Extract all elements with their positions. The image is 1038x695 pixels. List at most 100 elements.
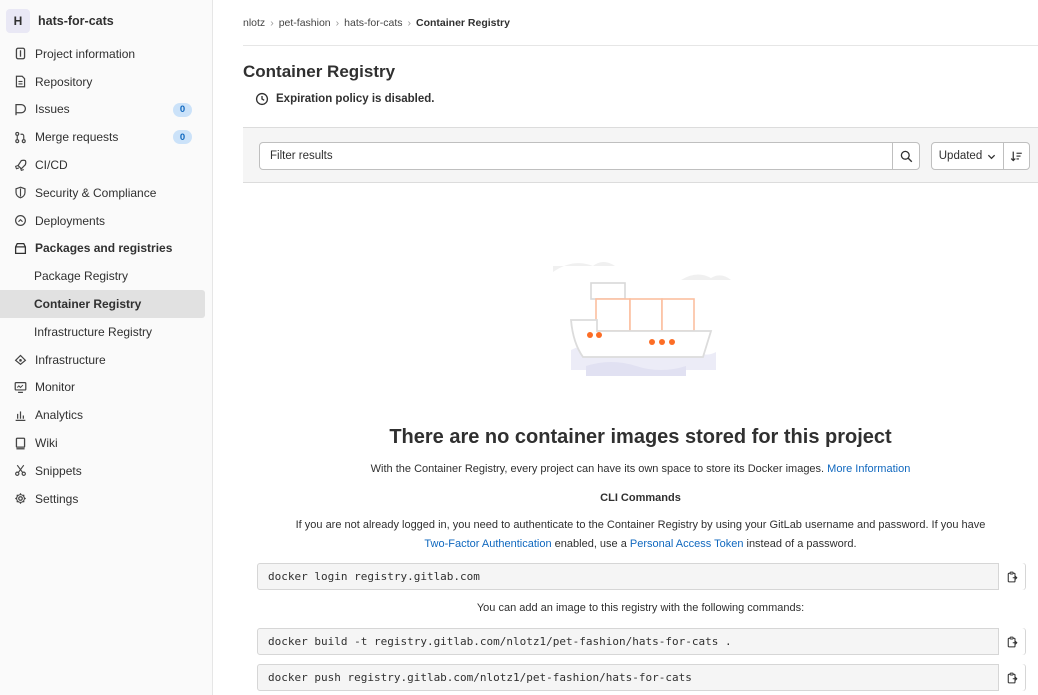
sort-dropdown-label: Updated [938, 150, 983, 162]
push-command-text[interactable]: docker push registry.gitlab.com/nlotz1/p… [258, 671, 998, 684]
sidebar-item-label: Container Registry [34, 297, 142, 312]
sidebar-item-label: Infrastructure [35, 352, 106, 367]
project-header[interactable]: H hats-for-cats [0, 6, 212, 36]
sidebar-item-label: Deployments [35, 213, 106, 228]
breadcrumb-separator-icon: › [407, 17, 412, 29]
gear-icon [13, 492, 27, 506]
sidebar-item-issues[interactable]: Issues 0 [0, 96, 212, 124]
project-avatar[interactable]: H [6, 9, 30, 33]
sidebar-item-wiki[interactable]: Wiki [0, 429, 212, 457]
issues-icon [13, 102, 27, 116]
search-icon [900, 150, 912, 162]
monitor-icon [13, 380, 27, 394]
sidebar-item-label: Security & Compliance [35, 185, 157, 200]
empty-state-title: There are no container images stored for… [389, 426, 892, 448]
book-icon [13, 436, 27, 450]
sidebar-item-label: Snippets [35, 463, 82, 478]
build-command-box: docker build -t registry.gitlab.com/nlot… [257, 628, 1026, 655]
breadcrumb-separator-icon: › [270, 17, 274, 29]
sidebar-item-infrastructure-registry[interactable]: Infrastructure Registry [0, 318, 212, 346]
sidebar-item-monitor[interactable]: Monitor [0, 374, 212, 402]
sidebar-item-settings[interactable]: Settings [0, 485, 212, 513]
sidebar-item-label: Monitor [35, 380, 76, 395]
sidebar-item-packages-registries[interactable]: Packages and registries [0, 235, 212, 263]
sidebar-item-label: Wiki [35, 436, 58, 451]
merge-request-icon [13, 130, 27, 144]
sort-direction-button[interactable] [1003, 142, 1030, 170]
container-ship-illustration [553, 262, 731, 376]
copy-build-command-button[interactable] [998, 628, 1025, 655]
sort-dropdown[interactable]: Updated [931, 142, 1004, 170]
sidebar-item-package-registry[interactable]: Package Registry [0, 262, 212, 290]
breadcrumb-item-current[interactable]: Container Registry [416, 17, 510, 29]
sidebar-item-label: Merge requests [35, 130, 119, 145]
breadcrumb-item-group[interactable]: pet-fashion [279, 17, 331, 29]
rocket-icon [13, 158, 27, 172]
login-command-text[interactable]: docker login registry.gitlab.com [258, 570, 998, 583]
sort-lowest-icon [1010, 151, 1022, 161]
copy-push-command-button[interactable] [998, 664, 1025, 691]
breadcrumb: nlotz › pet-fashion › hats-for-cats › Containe… [243, 17, 510, 29]
sidebar-item-label: Issues [35, 102, 70, 117]
personal-access-token-link[interactable]: Personal Access Token [630, 538, 744, 550]
package-icon [13, 241, 27, 255]
shield-icon [13, 186, 27, 200]
clock-icon [255, 92, 269, 106]
document-icon [13, 75, 27, 89]
sidebar-item-analytics[interactable]: Analytics [0, 401, 212, 429]
breadcrumb-item-project[interactable]: hats-for-cats [344, 17, 402, 29]
sidebar-item-label: Packages and registries [35, 241, 173, 256]
sidebar-item-label: Analytics [35, 408, 84, 423]
sidebar-item-repository[interactable]: Repository [0, 68, 212, 96]
empty-state-description-text: With the Container Registry, every proje… [370, 463, 825, 475]
more-information-link[interactable]: More Information [827, 463, 910, 475]
sidebar-item-project-information[interactable]: Project information [0, 40, 212, 68]
sidebar-item-container-registry[interactable]: Container Registry [0, 290, 205, 318]
cloud-icon [13, 353, 27, 367]
info-icon [13, 47, 27, 61]
cli-desc-text-3: instead of a password. [746, 538, 857, 550]
empty-state-description: With the Container Registry, every proje… [243, 463, 1038, 475]
chart-icon [13, 408, 27, 422]
scissors-icon [13, 464, 27, 478]
two-factor-auth-link[interactable]: Two-Factor Authentication [424, 538, 551, 550]
project-name[interactable]: hats-for-cats [38, 14, 114, 28]
deployments-icon [13, 214, 27, 228]
issues-count-badge: 0 [173, 102, 192, 117]
cli-commands-description: If you are not already logged in, you ne… [243, 516, 1038, 554]
sidebar-item-ci-cd[interactable]: CI/CD [0, 151, 212, 179]
copy-icon [1007, 672, 1018, 683]
breadcrumb-item-namespace[interactable]: nlotz [243, 17, 265, 29]
merge-requests-count-badge: 0 [173, 130, 192, 145]
copy-login-command-button[interactable] [998, 563, 1025, 590]
sidebar-item-deployments[interactable]: Deployments [0, 207, 212, 235]
cli-desc-text-1: If you are not already logged in, you ne… [295, 519, 986, 531]
cli-commands-title: CLI Commands [600, 492, 681, 504]
chevron-down-icon [988, 154, 996, 159]
sidebar-item-label: Repository [35, 74, 93, 89]
breadcrumb-separator-icon: › [335, 17, 340, 29]
add-image-note: You can add an image to this registry wi… [476, 602, 805, 614]
sidebar-item-label: Package Registry [34, 269, 129, 284]
search-button[interactable] [892, 142, 920, 170]
sidebar-item-infrastructure[interactable]: Infrastructure [0, 346, 212, 374]
sidebar: H hats-for-cats Project information Repo… [0, 0, 213, 695]
copy-icon [1007, 636, 1018, 647]
sidebar-nav: Project information Repository Issues 0 … [0, 40, 212, 513]
sidebar-item-security-compliance[interactable]: Security & Compliance [0, 179, 212, 207]
push-command-box: docker push registry.gitlab.com/nlotz1/p… [257, 664, 1026, 691]
sidebar-item-snippets[interactable]: Snippets [0, 457, 212, 485]
main-content: nlotz › pet-fashion › hats-for-cats › Containe… [243, 0, 1038, 695]
expiration-policy-text: Expiration policy is disabled. [276, 93, 435, 105]
sidebar-item-label: Project information [35, 46, 136, 61]
build-command-text[interactable]: docker build -t registry.gitlab.com/nlot… [258, 635, 998, 648]
filter-input[interactable] [259, 142, 893, 170]
sidebar-item-label: CI/CD [35, 158, 68, 173]
breadcrumb-divider [243, 45, 1038, 46]
login-command-box: docker login registry.gitlab.com [257, 563, 1026, 590]
page-title: Container Registry [243, 62, 396, 81]
filter-bar: Updated [243, 127, 1038, 183]
sidebar-item-merge-requests[interactable]: Merge requests 0 [0, 123, 212, 151]
sidebar-item-label: Infrastructure Registry [34, 324, 153, 339]
expiration-policy-notice: Expiration policy is disabled. [255, 92, 434, 106]
